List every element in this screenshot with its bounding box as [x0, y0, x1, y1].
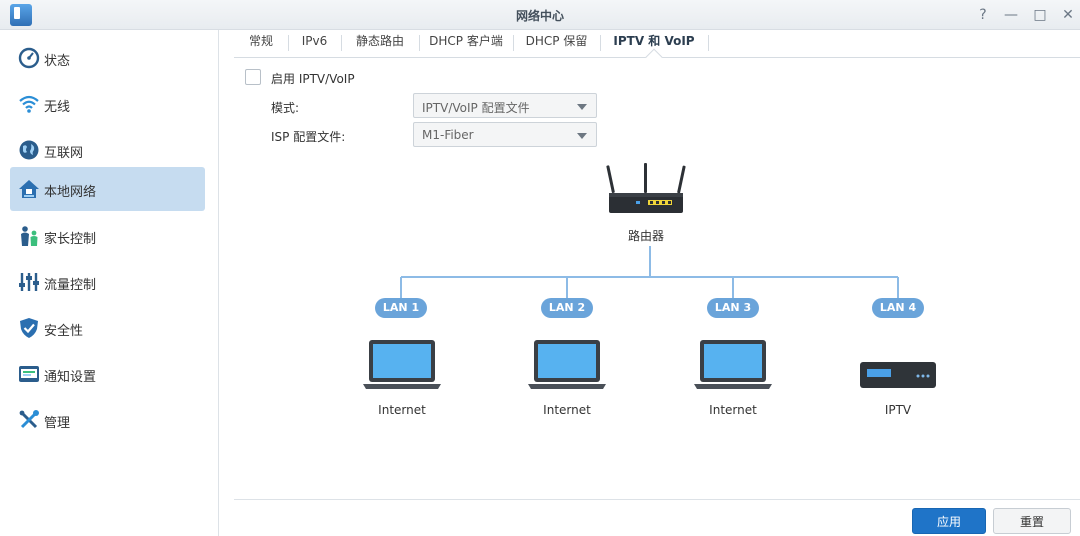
laptop-icon: [694, 340, 772, 389]
footer-divider: [234, 499, 1080, 500]
lan-1-device-label: Internet: [378, 403, 426, 417]
lan-3-badge: LAN 3: [707, 298, 759, 318]
lan-2-badge: LAN 2: [541, 298, 593, 318]
lan-2-device-label: Internet: [543, 403, 591, 417]
laptop-icon: [528, 340, 606, 389]
lan-3-device-label: Internet: [709, 403, 757, 417]
lan-4-badge: LAN 4: [872, 298, 924, 318]
router-label: 路由器: [627, 229, 664, 243]
apply-button[interactable]: 应用: [912, 508, 986, 534]
router-icon: [606, 163, 686, 213]
lan-1-badge: LAN 1: [375, 298, 427, 318]
settop-box-icon: [860, 362, 936, 388]
reset-button[interactable]: 重置: [993, 508, 1071, 534]
laptop-icon: [363, 340, 441, 389]
network-diagram-lines: [400, 246, 899, 298]
lan-4-device-label: IPTV: [884, 403, 912, 417]
